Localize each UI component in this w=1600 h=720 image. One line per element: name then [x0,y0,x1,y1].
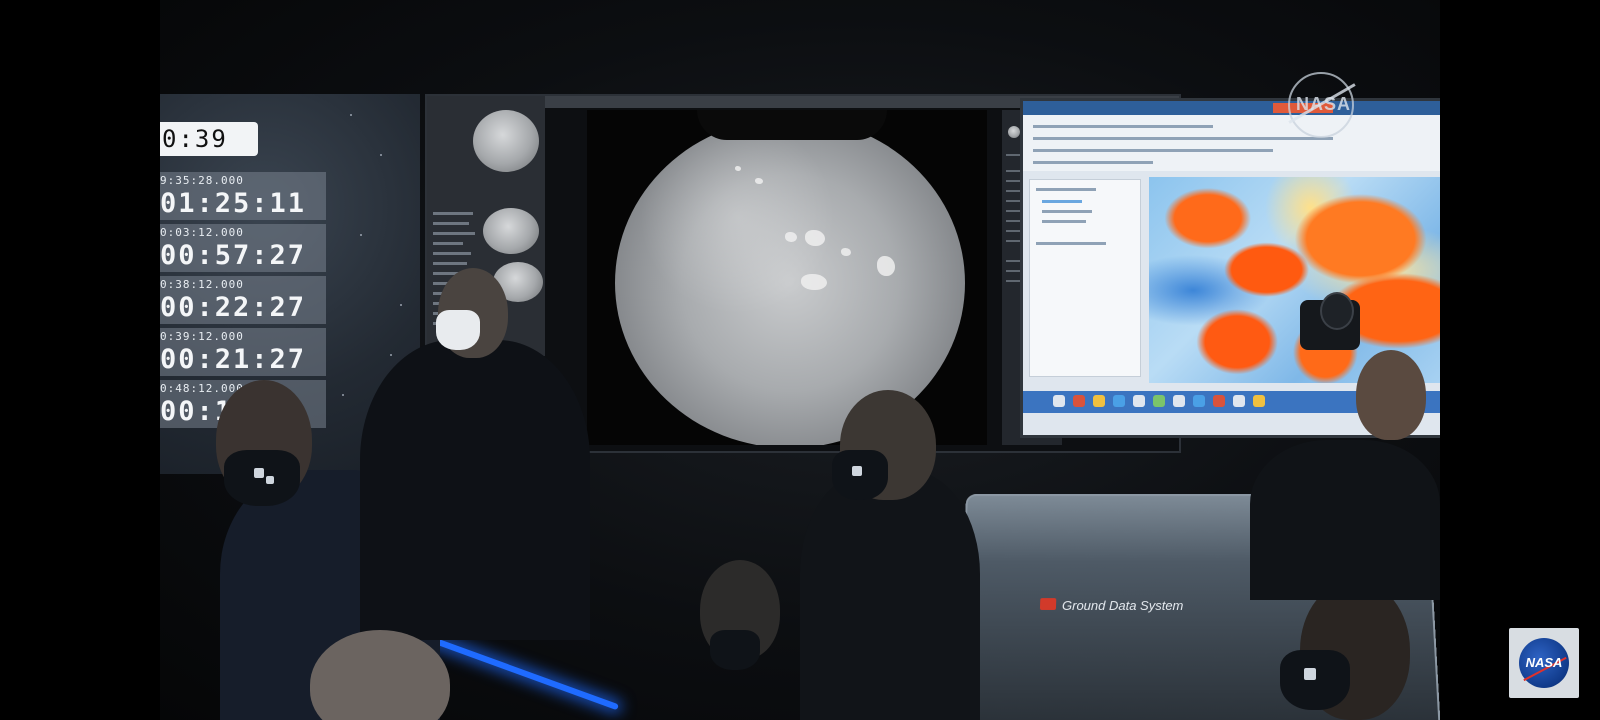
clock-timestamp: 0:48:12.000 [160,382,244,395]
nasa-wall-logo-text: NASA [1296,94,1352,114]
clock-countdown: 00:22:27 [160,292,307,323]
laptop-logo-icon [1039,598,1057,610]
data-tree-panel [1029,179,1141,377]
browser-tab-bar [1023,101,1440,115]
clock-timestamp: 0:39:12.000 [160,330,244,343]
clock-row: 9:35:28.000 01:25:11 [160,172,326,220]
lander-shadow [697,110,887,140]
clock-timestamp: 0:38:12.000 [160,278,244,291]
nasa-wall-logo: NASA [1288,72,1356,138]
top-clock: 0:39 [160,122,258,156]
mars-surface-image [587,110,987,445]
app-toolbar [1023,115,1440,171]
mission-control-video: 0:39 9:35:28.000 01:25:11 0:03:12.000 00… [160,0,1440,720]
clock-row: 0:03:12.000 00:57:27 [160,224,326,272]
thumbnail-image [473,110,539,172]
thumbnail-image [483,208,539,254]
nasa-badge: NASA [1509,628,1579,698]
clock-timestamp: 9:35:28.000 [160,174,244,187]
console-light-strip [428,636,619,711]
laptop-label: Ground Data System [1061,598,1184,613]
nasa-meatball-icon: NASA [1519,638,1569,688]
clock-row: 0:39:12.000 00:21:27 [160,328,326,376]
clock-timestamp: 0:03:12.000 [160,226,244,239]
camera-lens-icon [1320,292,1354,330]
nasa-badge-text: NASA [1525,655,1563,670]
clock-countdown: 01:25:11 [160,188,307,219]
clock-row: 0:38:12.000 00:22:27 [160,276,326,324]
mars-ground-disc [615,118,965,445]
clock-countdown: 00:57:27 [160,240,307,271]
clock-countdown: 00:21:27 [160,344,307,375]
